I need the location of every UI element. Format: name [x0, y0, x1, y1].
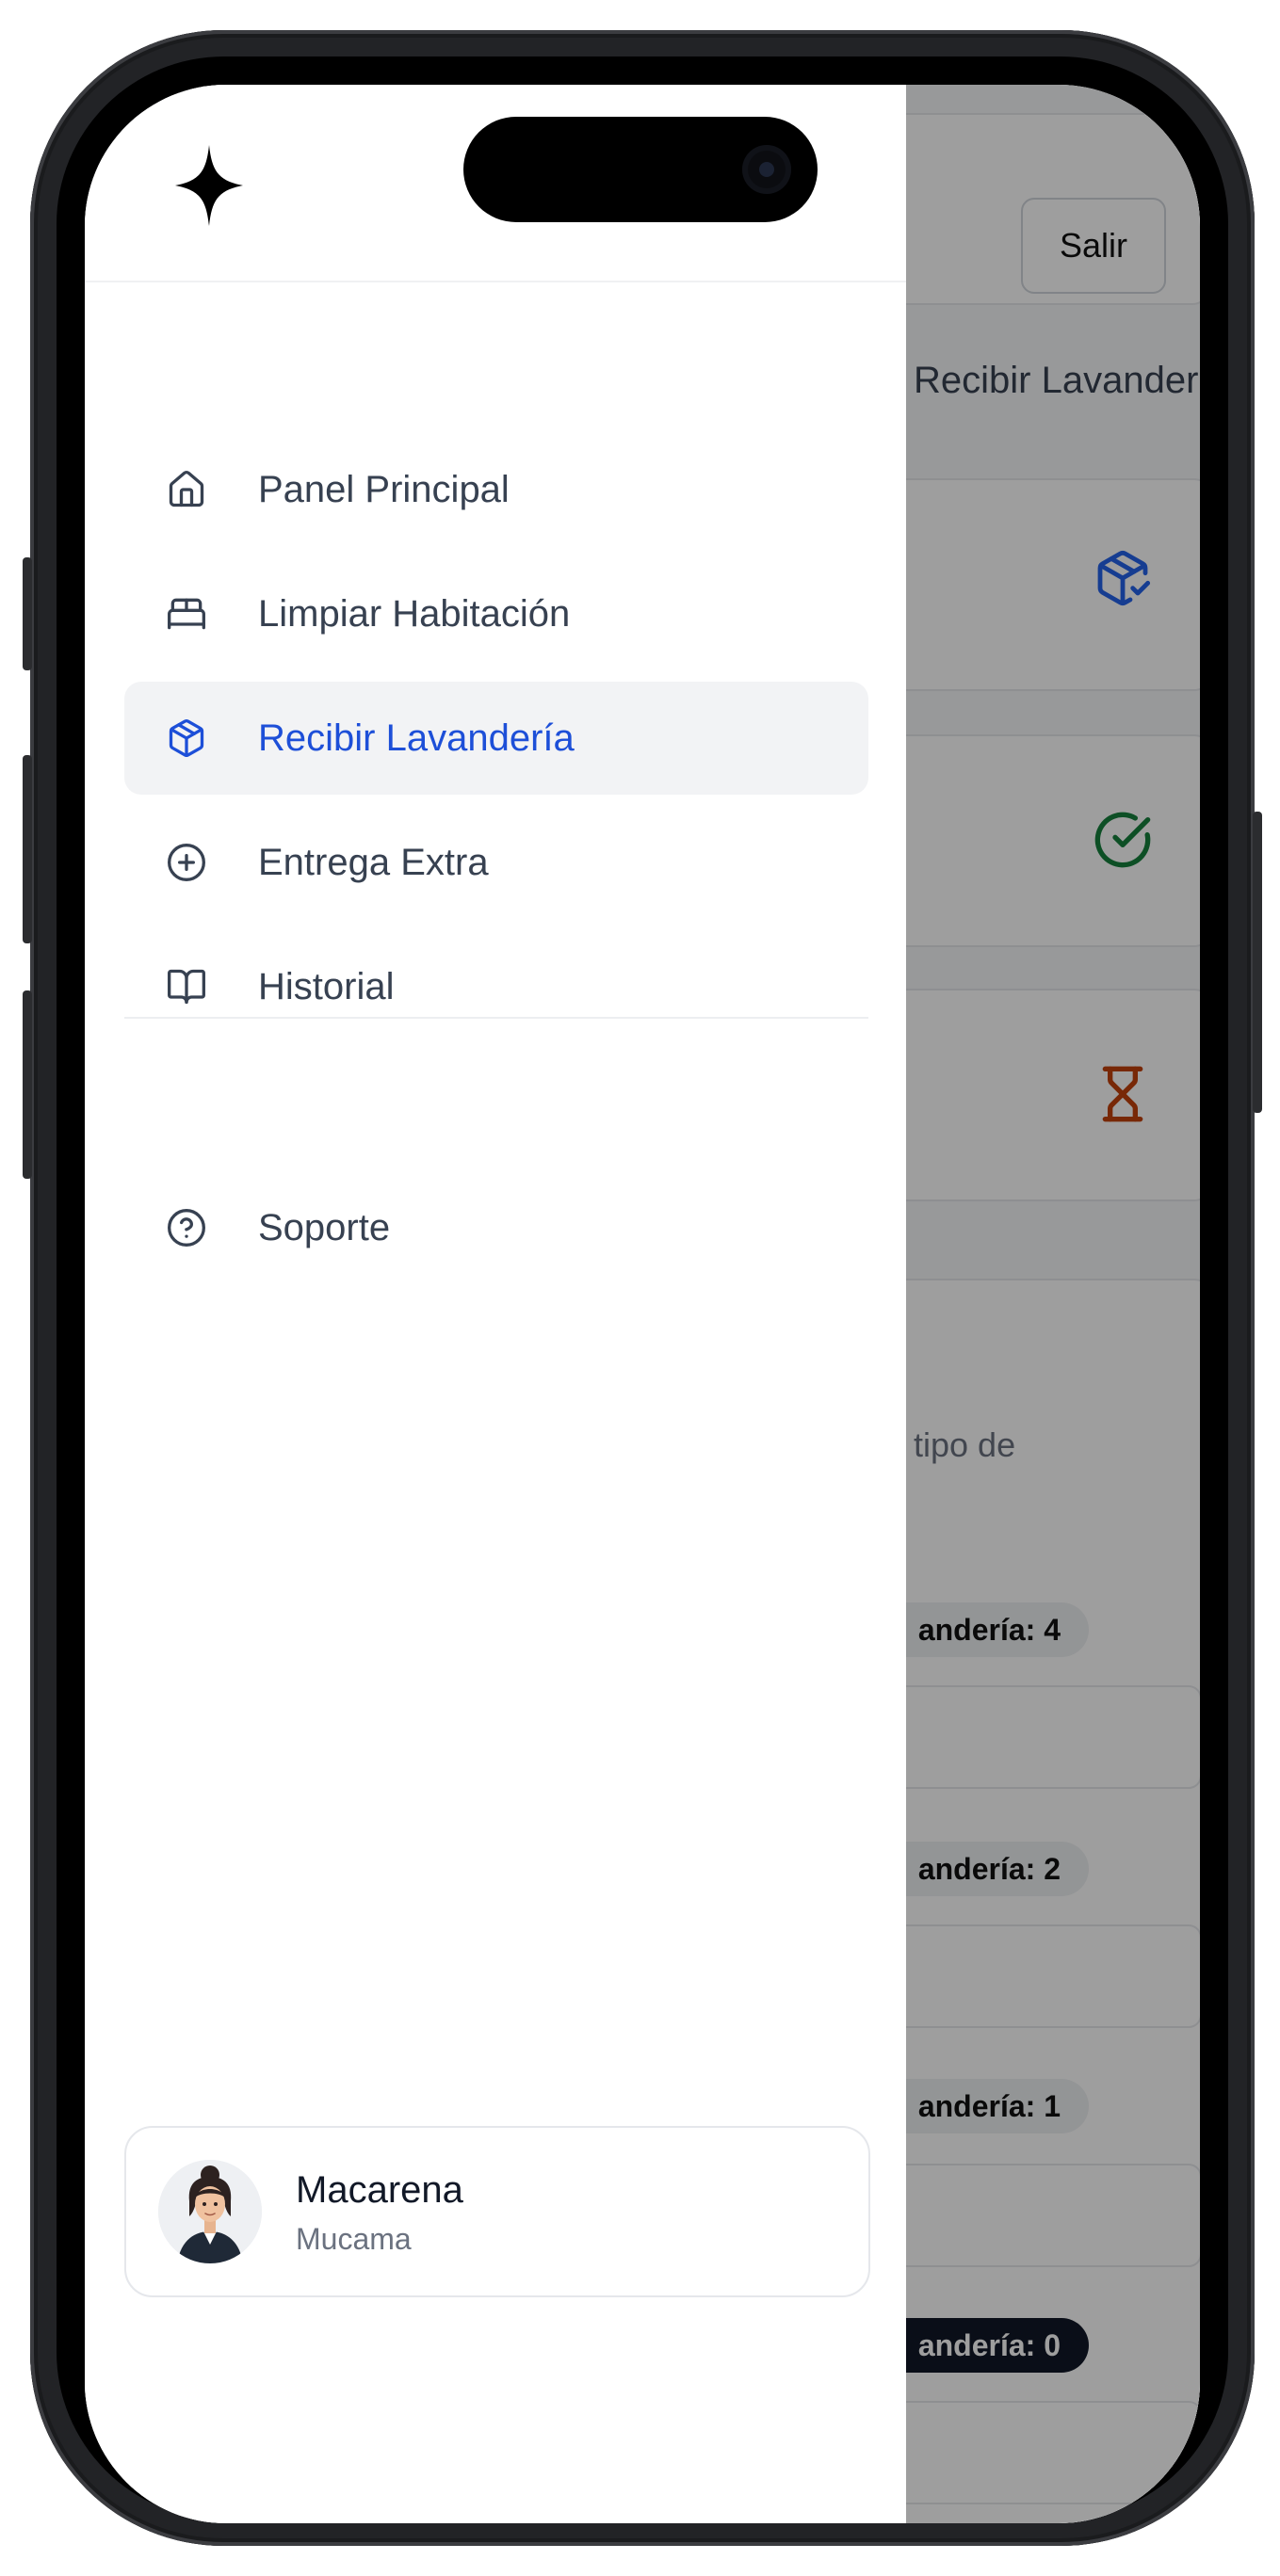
nav-item-label: Limpiar Habitación [258, 592, 571, 635]
nav-item-label: Recibir Lavandería [258, 716, 575, 759]
nav-item-soporte[interactable]: Soporte [124, 1171, 868, 1284]
avatar-illustration [158, 2160, 262, 2263]
side-button [1253, 812, 1262, 1113]
nav-item-limpiar-habitacion[interactable]: Limpiar Habitación [124, 557, 868, 670]
user-profile-card[interactable]: Macarena Mucama [124, 2126, 870, 2297]
bed-icon [168, 598, 205, 630]
nav-item-entrega-extra[interactable]: Entrega Extra [124, 806, 868, 919]
help-circle-icon [168, 1209, 205, 1247]
dynamic-island [463, 117, 818, 222]
drawer-header-divider [85, 281, 906, 282]
nav-item-label: Soporte [258, 1206, 391, 1248]
package-icon [169, 719, 204, 757]
avatar [158, 2160, 262, 2263]
screen: Salir Recibir Lavandería tipo de andería… [85, 85, 1200, 2523]
nav-item-recibir-lavanderia[interactable]: Recibir Lavandería [124, 682, 868, 795]
nav-item-panel-principal[interactable]: Panel Principal [124, 433, 868, 546]
navigation-drawer: Panel Principal Limpiar Habitación Recib… [85, 85, 906, 2523]
nav-item-label: Historial [258, 965, 395, 1007]
user-role: Mucama [296, 2222, 412, 2256]
home-icon [169, 471, 204, 507]
nav-item-label: Entrega Extra [258, 841, 489, 883]
front-camera [742, 145, 791, 194]
plus-circle-icon [168, 844, 205, 881]
book-open-icon [168, 969, 205, 1005]
drawer-divider [124, 1017, 868, 1019]
sparkle-icon [175, 145, 243, 226]
user-name: Macarena [296, 2169, 463, 2211]
nav-item-label: Panel Principal [258, 468, 510, 510]
volume-up-button [23, 755, 32, 943]
action-button [23, 557, 32, 670]
volume-down-button [23, 990, 32, 1179]
nav-item-historial[interactable]: Historial [124, 930, 868, 1043]
